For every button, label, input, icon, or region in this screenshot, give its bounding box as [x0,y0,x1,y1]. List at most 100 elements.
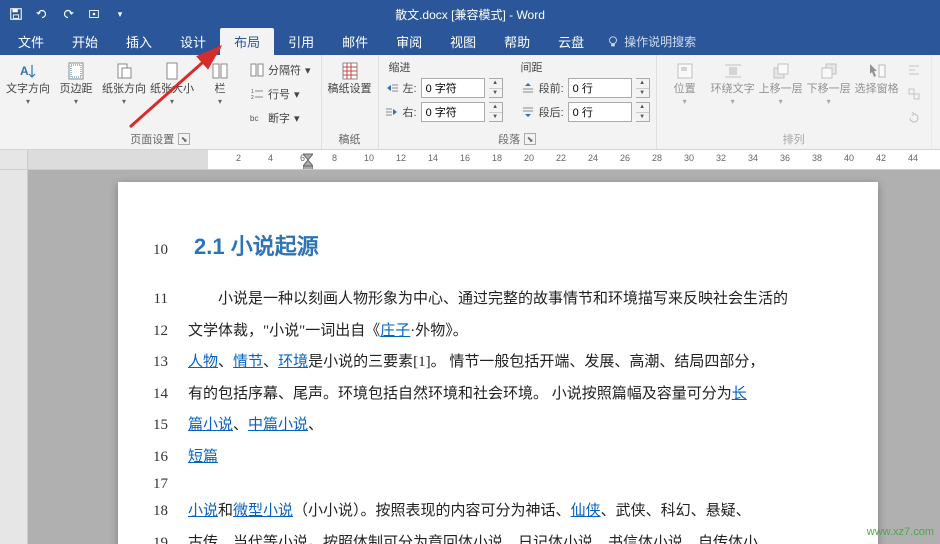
columns-button[interactable]: 栏▾ [198,59,242,106]
doc-line[interactable]: 19古传、当代等小说。按照体制可分为章回体小说、日记体小说、书信体小说、自传体小 [138,531,818,544]
tab-cloud[interactable]: 云盘 [544,28,598,55]
send-backward-button: 下移一层▾ [807,59,851,106]
spacing-before-input[interactable]: 0 行 [568,78,632,98]
hyperlink[interactable]: 微型小说 [233,503,293,519]
doc-line[interactable]: 16短篇 [138,445,818,471]
line-content[interactable]: 小说是一种以刻画人物形象为中心、通过完整的故事情节和环境描写来反映社会生活的 [188,287,818,313]
indent-right-input[interactable]: 0 字符 [421,102,485,122]
group-arrange: 位置▾ 环绕文字▾ 上移一层▾ 下移一层▾ 选择窗格 [657,55,932,149]
selection-pane-button[interactable]: 选择窗格 [855,59,899,95]
manuscript-settings-button[interactable]: 稿纸设置 [328,59,372,95]
tell-me-search[interactable]: 操作说明搜索 [606,28,696,55]
spacing-after-label: 段后: [539,104,564,120]
indent-right-spinner[interactable]: ▲▼ [489,102,503,122]
paragraph-dialog-launcher[interactable]: ⬊ [524,133,536,145]
tab-home[interactable]: 开始 [58,28,112,55]
save-icon[interactable] [4,2,28,26]
line-number: 17 [138,476,188,493]
tab-design[interactable]: 设计 [166,28,220,55]
doc-line[interactable]: 12文学体裁，"小说"一词出自《庄子·外物》。 [138,319,818,345]
undo-icon[interactable] [30,2,54,26]
line-content[interactable]: 短篇 [188,445,818,471]
breaks-button[interactable]: 分隔符 ▾ [246,59,315,81]
tab-review[interactable]: 审阅 [382,28,436,55]
line-content[interactable]: 篇小说、中篇小说、 [188,413,818,439]
orientation-button[interactable]: 纸张方向▾ [102,59,146,106]
hyphenation-button[interactable]: bc断字 ▾ [246,107,315,129]
line-number: 18 [138,503,188,520]
menu-bar: 文件 开始 插入 设计 布局 引用 邮件 审阅 视图 帮助 云盘 操作说明搜索 [0,28,940,55]
text-direction-button[interactable]: A 文字方向▾ [6,59,50,106]
indent-left-input[interactable]: 0 字符 [421,78,485,98]
tab-mailings[interactable]: 邮件 [328,28,382,55]
line-content[interactable]: 有的包括序幕、尾声。环境包括自然环境和社会环境。 小说按照篇幅及容量可分为长 [188,382,818,408]
wrap-text-button: 环绕文字▾ [711,59,755,106]
hyperlink[interactable]: 中篇小说 [248,417,308,433]
line-content[interactable]: 小说和微型小说（小小说）。按照表现的内容可分为神话、仙侠、武侠、科幻、悬疑、 [188,499,818,525]
hyperlink[interactable]: 庄子 [380,323,410,339]
document-area[interactable]: 102.1 小说起源 11小说是一种以刻画人物形象为中心、通过完整的故事情节和环境… [28,170,940,544]
indent-header: 缩进 [389,59,411,75]
indent-right-icon [385,105,399,119]
indent-left-icon [385,81,399,95]
line-number: 11 [138,291,188,308]
tab-file[interactable]: 文件 [4,28,58,55]
group-label-manuscript: 稿纸 [328,131,372,147]
hyperlink[interactable]: 长 [732,386,747,402]
size-button[interactable]: 纸张大小▾ [150,59,194,106]
svg-text:A: A [20,64,29,78]
margins-button[interactable]: 页边距▾ [54,59,98,106]
line-number: 15 [138,417,188,434]
doc-line[interactable]: 11小说是一种以刻画人物形象为中心、通过完整的故事情节和环境描写来反映社会生活的 [138,287,818,313]
line-numbers-button[interactable]: 12行号 ▾ [246,83,315,105]
hyperlink[interactable]: 情节 [233,354,263,370]
hyperlink[interactable]: 环境 [278,354,308,370]
hyperlink[interactable]: 短篇 [188,449,218,465]
qat-customize-icon[interactable]: ▾ [108,2,132,26]
doc-line[interactable]: 13人物、情节、环境是小说的三要素[1]。 情节一般包括开端、发展、高潮、结局四… [138,350,818,376]
tab-references[interactable]: 引用 [274,28,328,55]
spacing-after-spinner[interactable]: ▲▼ [636,102,650,122]
tab-view[interactable]: 视图 [436,28,490,55]
line-content[interactable]: 古传、当代等小说。按照体制可分为章回体小说、日记体小说、书信体小说、自传体小 [188,531,818,544]
spacing-after-input[interactable]: 0 行 [568,102,632,122]
doc-line[interactable]: 14有的包括序幕、尾声。环境包括自然环境和社会环境。 小说按照篇幅及容量可分为长 [138,382,818,408]
tab-insert[interactable]: 插入 [112,28,166,55]
spacing-after-icon [521,105,535,119]
doc-line[interactable]: 18小说和微型小说（小小说）。按照表现的内容可分为神话、仙侠、武侠、科幻、悬疑、 [138,499,818,525]
indent-left-spinner[interactable]: ▲▼ [489,78,503,98]
group-label-arrange: 排列 [663,131,925,147]
rotate-button [903,107,925,129]
group-manuscript: 稿纸设置 稿纸 [322,55,379,149]
indent-right-label: 右: [403,104,417,120]
svg-text:bc: bc [250,114,258,123]
line-content[interactable]: 人物、情节、环境是小说的三要素[1]。 情节一般包括开端、发展、高潮、结局四部分… [188,350,818,376]
align-button [903,59,925,81]
page-setup-dialog-launcher[interactable]: ⬊ [178,133,190,145]
spacing-before-label: 段前: [539,80,564,96]
line-content[interactable]: 文学体裁，"小说"一词出自《庄子·外物》。 [188,319,818,345]
doc-line[interactable]: 15篇小说、中篇小说、 [138,413,818,439]
group-label-paragraph: 段落 [498,131,520,147]
doc-line[interactable]: 17 [138,476,818,493]
horizontal-ruler[interactable]: 2468101214161820222426283032343638404244 [0,150,940,170]
hyperlink[interactable]: 人物 [188,354,218,370]
quick-access-toolbar: ▾ [0,2,132,26]
doc-line[interactable]: 102.1 小说起源 [138,228,818,265]
lightbulb-icon [606,35,620,49]
line-number: 16 [138,449,188,466]
vertical-ruler[interactable] [0,170,28,544]
redo-icon[interactable] [56,2,80,26]
bring-forward-button: 上移一层▾ [759,59,803,106]
tab-help[interactable]: 帮助 [490,28,544,55]
hyperlink[interactable]: 仙侠 [571,503,601,519]
line-content[interactable]: 2.1 小说起源 [194,228,818,265]
touch-mode-icon[interactable] [82,2,106,26]
hyperlink[interactable]: 篇小说 [188,417,233,433]
ribbon: A 文字方向▾ 页边距▾ 纸张方向▾ 纸张大小▾ 栏▾ 分隔符 ▾ 12行号 [0,55,940,150]
tab-layout[interactable]: 布局 [220,28,274,55]
spacing-before-spinner[interactable]: ▲▼ [636,78,650,98]
hyperlink[interactable]: 小说 [188,503,218,519]
svg-text:2: 2 [251,95,254,101]
group-label-page-setup: 页面设置 [130,131,174,147]
